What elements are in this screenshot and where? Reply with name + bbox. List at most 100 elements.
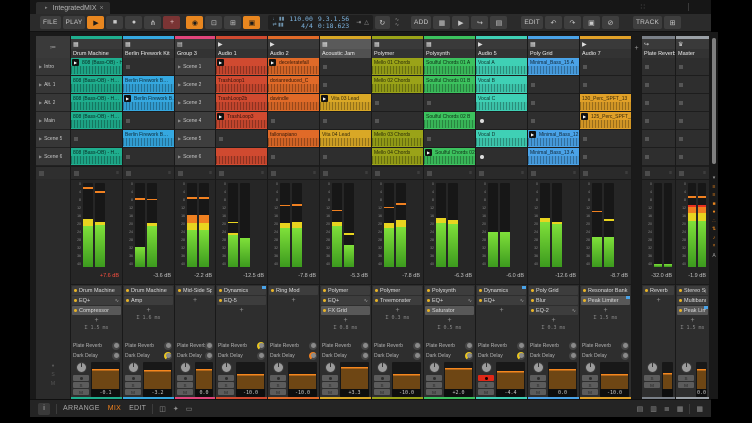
track-header[interactable]: ▦ Acoustic Jam	[320, 32, 371, 58]
device-enabled-led[interactable]	[323, 309, 326, 312]
clip-slot[interactable]: TrashLoop1	[216, 76, 267, 94]
clip-slot[interactable]: ▶	[216, 58, 267, 76]
record-button[interactable]: ●	[125, 16, 143, 29]
empty-clip-slot[interactable]	[676, 148, 709, 166]
add-device-button[interactable]: +	[580, 306, 631, 314]
clip-options-icon[interactable]: ≡	[313, 170, 316, 176]
device-reverb[interactable]: Reverb	[643, 286, 674, 295]
clip-slot[interactable]: 808 (Bass-OB) - H…	[71, 94, 122, 112]
volume-fader[interactable]: 0.0	[195, 362, 213, 397]
panel-toggle-automation-icon[interactable]: ✦	[173, 405, 179, 413]
loop-button[interactable]: ↻	[374, 16, 390, 29]
device-enabled-led[interactable]	[531, 309, 534, 312]
stop-clips-button[interactable]	[679, 170, 684, 176]
device-treemonster[interactable]: Treemonster	[373, 296, 422, 305]
solo-button[interactable]: S	[322, 382, 338, 388]
window-grip-icon[interactable]: ∷	[641, 3, 646, 11]
track-header[interactable]: ▶ Audio 2	[268, 32, 319, 58]
group-scene-slot[interactable]: ▶ Scene 5	[175, 130, 215, 148]
song-time-value[interactable]: 0:18.623	[318, 22, 349, 30]
empty-clip-slot[interactable]	[580, 130, 631, 148]
device-multiband-fx-3[interactable]: Multiband FX-3	[677, 296, 708, 305]
view-button-edit[interactable]: EDIT	[129, 405, 146, 412]
record-arm-button[interactable]	[125, 375, 141, 381]
clip-launcher-scrollbar[interactable]	[712, 38, 716, 164]
clip-playing-icon[interactable]: ▶	[217, 59, 224, 66]
volume-fader[interactable]: +2.0	[444, 362, 473, 397]
track-header[interactable]: ▦ Drum Machine	[71, 32, 122, 58]
solo-button[interactable]: S	[426, 382, 442, 388]
device-saturator[interactable]: Saturator	[425, 306, 474, 315]
punch-icon-1[interactable]: ⇥	[356, 19, 361, 26]
play-button[interactable]: ▶	[87, 16, 105, 29]
stop-clips-button[interactable]	[219, 170, 224, 176]
stop-clips-button[interactable]	[74, 170, 79, 176]
add-device-button[interactable]: +	[320, 316, 371, 324]
pan-knob[interactable]	[272, 362, 284, 373]
device-enabled-led[interactable]	[74, 309, 77, 312]
redo-button[interactable]: ↷	[563, 16, 581, 29]
clip-options-icon[interactable]: ≡	[669, 170, 672, 176]
send-knob[interactable]	[205, 341, 213, 350]
clip-slot[interactable]: Minimal_Bass_15 A	[528, 58, 579, 76]
clip-slot[interactable]: dorianreduced_C	[268, 76, 319, 94]
add-effect-track-button[interactable]: ↪	[471, 16, 489, 29]
volume-fader[interactable]: -3.2	[143, 362, 172, 397]
undo-button[interactable]: ↶	[544, 16, 562, 29]
automation-curve-icon-2[interactable]: ∿	[395, 22, 399, 28]
send-knob[interactable]	[517, 351, 525, 360]
device-enabled-led[interactable]	[583, 299, 586, 302]
clip-slot[interactable]: davindle	[268, 94, 319, 112]
record-arm-button[interactable]	[177, 375, 193, 381]
track-header[interactable]: ▶ Audio 7	[580, 32, 631, 58]
clip-slot[interactable]: 808 (Bass-OB) - H…	[71, 112, 122, 130]
stop-clips-button[interactable]	[126, 170, 131, 176]
device-enabled-led[interactable]	[74, 289, 77, 292]
stop-all-clips-button[interactable]	[39, 170, 44, 176]
device-enabled-led[interactable]	[219, 299, 222, 302]
clip-slot[interactable]	[216, 148, 267, 166]
solo-button[interactable]: S	[530, 382, 546, 388]
mute-button[interactable]: M	[177, 389, 193, 395]
device-eq-5[interactable]: EQ-5	[217, 296, 266, 305]
empty-clip-slot[interactable]	[580, 148, 631, 166]
add-menu-button[interactable]: ADD	[411, 16, 432, 29]
empty-clip-slot[interactable]	[642, 112, 675, 130]
track-header[interactable]: ▦ Poly Grid	[528, 32, 579, 58]
stop-clips-button[interactable]	[271, 170, 276, 176]
panel-toggle-detail-icon[interactable]: ◫	[159, 405, 166, 413]
device-peak-limiter[interactable]: Peak Limiter	[677, 306, 708, 315]
device-enabled-led[interactable]	[583, 289, 586, 292]
add-device-button[interactable]: +	[123, 306, 174, 314]
pan-knob[interactable]	[220, 362, 232, 373]
send-knob[interactable]	[205, 351, 213, 360]
device-eq[interactable]: EQ+ ∿	[321, 296, 370, 305]
scene-play-icon[interactable]: ▶	[178, 118, 181, 123]
device-enabled-led[interactable]	[74, 299, 77, 302]
clip-slot[interactable]: Vita 04 Lead	[320, 130, 371, 148]
device-enabled-led[interactable]	[427, 299, 430, 302]
open-browser-button[interactable]: ▤	[490, 16, 508, 29]
track-header[interactable]: ▦ Polymer	[372, 32, 423, 58]
add-track-area[interactable]: +	[632, 32, 641, 399]
device-stereo-split[interactable]: Stereo Split	[677, 286, 708, 295]
stop-clips-button[interactable]	[427, 170, 432, 176]
delete-button[interactable]: ⊘	[601, 16, 619, 29]
panel-toggle-device-icon[interactable]: ▭	[186, 405, 193, 413]
device-ring-mod[interactable]: Ring Mod	[269, 286, 318, 295]
mute-button[interactable]: M	[530, 389, 546, 395]
volume-fader[interactable]: -10.0	[236, 362, 265, 397]
empty-clip-slot[interactable]	[320, 112, 371, 130]
solo-button[interactable]: S	[218, 382, 234, 388]
send-knob[interactable]	[621, 351, 629, 360]
clip-playing-icon[interactable]: ▶	[321, 95, 328, 102]
mute-button[interactable]: M	[73, 389, 89, 395]
clip-slot[interactable]: Soulful Chords 01 B	[424, 76, 475, 94]
clip-playing-icon[interactable]: ▶	[124, 95, 131, 102]
empty-clip-slot[interactable]	[216, 130, 267, 148]
empty-clip-slot[interactable]	[676, 58, 709, 76]
mute-button[interactable]: M	[478, 389, 494, 395]
device-enabled-led[interactable]	[178, 289, 181, 292]
add-track-button[interactable]: +	[634, 45, 638, 399]
add-device-button[interactable]: +	[268, 296, 319, 304]
